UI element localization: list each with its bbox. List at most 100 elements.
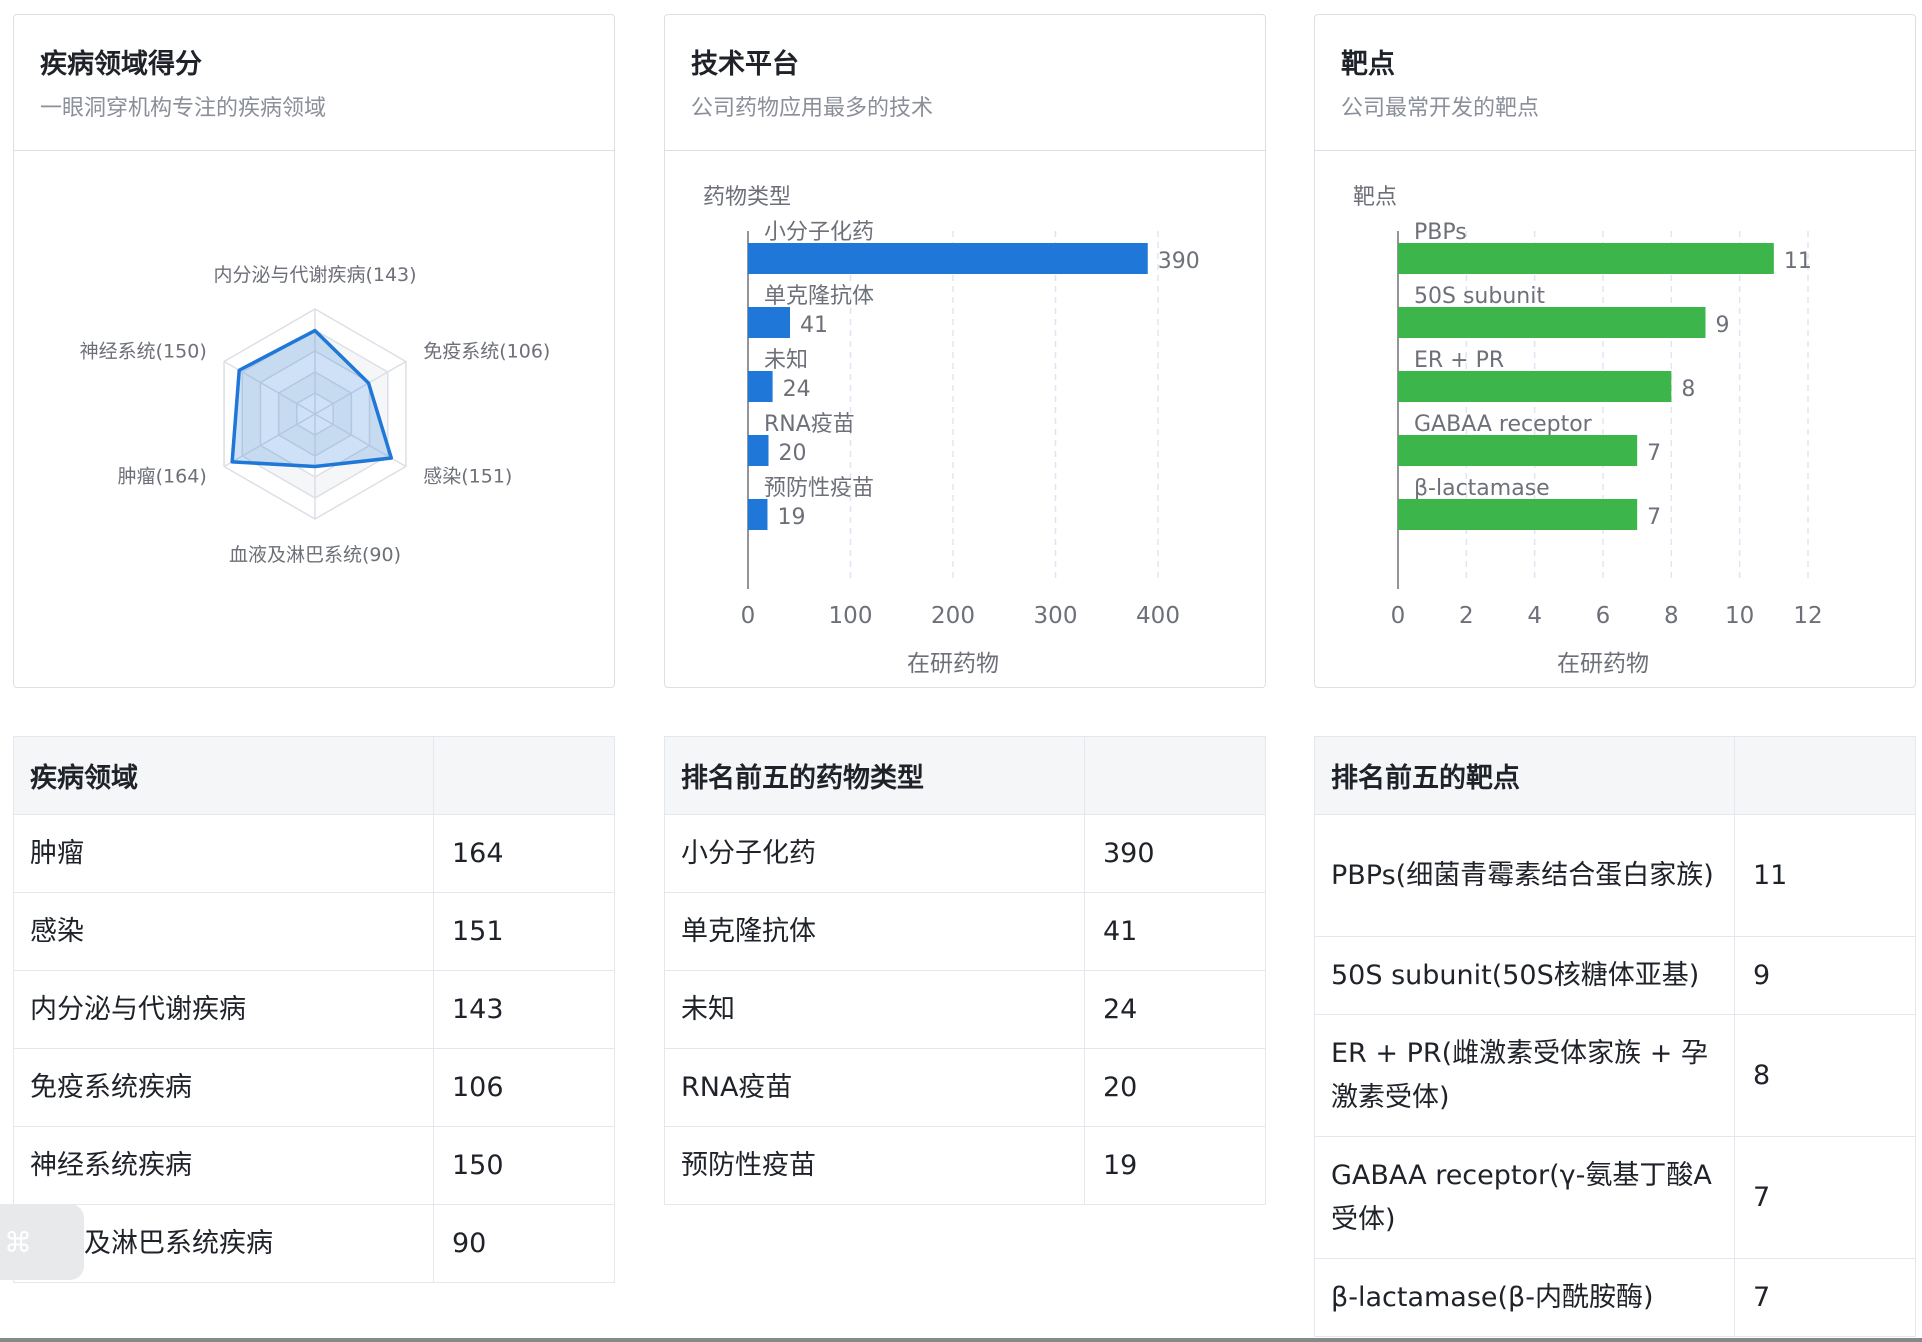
- bar: [748, 371, 773, 402]
- row-value: 7: [1734, 1258, 1916, 1337]
- table-row[interactable]: 内分泌与代谢疾病 143: [13, 970, 615, 1049]
- row-value: 143: [433, 970, 615, 1049]
- bar-value-label: 8: [1681, 377, 1695, 402]
- row-value: 151: [433, 892, 615, 971]
- row-name: β-lactamase(β-内酰胺酶): [1314, 1258, 1735, 1337]
- x-tick-label: 2: [1459, 603, 1474, 629]
- table-row[interactable]: 未知 24: [664, 970, 1266, 1049]
- table-header-row: 疾病领域: [13, 736, 615, 815]
- bar-value-label: 19: [777, 505, 805, 530]
- bar: [1398, 371, 1672, 402]
- row-value: 9: [1734, 936, 1916, 1015]
- table-row[interactable]: PBPs(细菌青霉素结合蛋白家族) 11: [1314, 814, 1916, 937]
- row-value: 164: [433, 814, 615, 893]
- bar-category-label: ER + PR: [1414, 348, 1504, 373]
- disease-area-card: 疾病领域得分 一眼洞穿机构专注的疾病领域 内分泌与代谢疾病(143) 免疫系统(1…: [13, 14, 615, 688]
- table-row[interactable]: ER + PR(雌激素受体家族 + 孕激素受体) 8: [1314, 1014, 1916, 1137]
- card-header: 靶点 公司最常开发的靶点: [1315, 15, 1915, 151]
- floating-shortcut-button[interactable]: ⌘: [0, 1204, 84, 1280]
- table-row[interactable]: 神经系统疾病 150: [13, 1126, 615, 1205]
- row-value: 19: [1084, 1126, 1266, 1205]
- x-tick-label: 0: [741, 603, 756, 629]
- table-row[interactable]: 50S subunit(50S核糖体亚基) 9: [1314, 936, 1916, 1015]
- table-header-empty: [433, 736, 615, 815]
- table-row[interactable]: 感染 151: [13, 892, 615, 971]
- x-tick-label: 4: [1527, 603, 1542, 629]
- row-name: ER + PR(雌激素受体家族 + 孕激素受体): [1314, 1014, 1735, 1137]
- bar-value-label: 390: [1158, 249, 1200, 274]
- card-subtitle: 公司最常开发的靶点: [1341, 96, 1540, 121]
- bar: [1398, 307, 1706, 338]
- row-name: 感染: [13, 892, 434, 971]
- radar-indicator-label: 血液及淋巴系统(90): [229, 544, 401, 566]
- table-row[interactable]: 小分子化药 390: [664, 814, 1266, 893]
- row-name: GABAA receptor(γ-氨基丁酸A受体): [1314, 1136, 1735, 1259]
- bar-category-label: PBPs: [1414, 220, 1467, 245]
- table-row[interactable]: 单克隆抗体 41: [664, 892, 1266, 971]
- card-title: 靶点: [1341, 49, 1395, 80]
- x-tick-label: 0: [1391, 603, 1406, 629]
- bar-value-label: 24: [783, 377, 811, 402]
- card-title: 技术平台: [691, 49, 799, 80]
- row-name: 小分子化药: [664, 814, 1085, 893]
- table-row[interactable]: β-lactamase(β-内酰胺酶) 7: [1314, 1258, 1916, 1337]
- table-row[interactable]: 肿瘤 164: [13, 814, 615, 893]
- row-name: 内分泌与代谢疾病: [13, 970, 434, 1049]
- table-header-row: 排名前五的药物类型: [664, 736, 1266, 815]
- disease-area-table: 疾病领域 肿瘤 164 感染 151 内分泌与代谢疾病 143 免疫系统疾病 106 神…: [13, 736, 615, 1283]
- row-name: RNA疫苗: [664, 1048, 1085, 1127]
- table-header-row: 排名前五的靶点: [1314, 736, 1916, 815]
- bar-value-label: 20: [779, 441, 807, 466]
- card-header: 技术平台 公司药物应用最多的技术: [665, 15, 1265, 151]
- table-header: 排名前五的靶点: [1314, 736, 1735, 815]
- row-name: 50S subunit(50S核糖体亚基): [1314, 936, 1735, 1015]
- radar-indicator-label: 感染(151): [423, 466, 512, 488]
- table-header: 疾病领域: [13, 736, 434, 815]
- row-name: 预防性疫苗: [664, 1126, 1085, 1205]
- row-name: 肿瘤: [13, 814, 434, 893]
- bar: [1398, 243, 1774, 274]
- radar-chart[interactable]: 内分泌与代谢疾病(143) 免疫系统(106) 感染(151) 血液及淋巴系统(90)…: [14, 151, 614, 687]
- bar-category-label: 50S subunit: [1414, 284, 1545, 309]
- bar: [748, 499, 768, 530]
- drug-type-bar-chart[interactable]: 药物类型 0 100 200 300 400 在研药物 小分子化药 390 单克隆抗体 41 未知 24…: [665, 151, 1265, 687]
- tech-platform-card: 技术平台 公司药物应用最多的技术 药物类型 0 100 200 300 400 在研药物 小分…: [664, 14, 1266, 688]
- x-tick-label: 10: [1725, 603, 1754, 629]
- target-bar-chart[interactable]: 靶点 0 2 4 6 8 10 12 在研药物 PBPs 11 50S subunit 9 ER + PR…: [1315, 151, 1915, 687]
- bar-category-label: 小分子化药: [764, 220, 874, 245]
- x-tick-label: 6: [1596, 603, 1611, 629]
- row-value: 7: [1734, 1136, 1916, 1259]
- drug-type-chart-area: 药物类型 0 100 200 300 400 在研药物 小分子化药 390 单克隆抗体 41 未知 24…: [665, 151, 1265, 687]
- radar-chart-area: 内分泌与代谢疾病(143) 免疫系统(106) 感染(151) 血液及淋巴系统(90)…: [14, 151, 614, 687]
- bar: [748, 435, 769, 466]
- row-name: 神经系统疾病: [13, 1126, 434, 1205]
- bar-value-label: 41: [800, 313, 828, 338]
- table-row[interactable]: GABAA receptor(γ-氨基丁酸A受体) 7: [1314, 1136, 1916, 1259]
- row-value: 106: [433, 1048, 615, 1127]
- row-name: PBPs(细菌青霉素结合蛋白家族): [1314, 814, 1735, 937]
- row-name: 单克隆抗体: [664, 892, 1085, 971]
- row-value: 390: [1084, 814, 1266, 893]
- table-row[interactable]: 免疫系统疾病 106: [13, 1048, 615, 1127]
- drug-type-table: 排名前五的药物类型 小分子化药 390 单克隆抗体 41 未知 24 RNA疫苗 20 …: [664, 736, 1266, 1205]
- y-axis-title: 靶点: [1353, 185, 1397, 210]
- target-card: 靶点 公司最常开发的靶点 靶点 0 2 4 6 8 10 12 在研药物 PBPs 11 50S su…: [1314, 14, 1916, 688]
- target-table: 排名前五的靶点 PBPs(细菌青霉素结合蛋白家族) 11 50S subunit(…: [1314, 736, 1916, 1337]
- row-value: 41: [1084, 892, 1266, 971]
- bar-value-label: 7: [1647, 441, 1661, 466]
- command-icon: ⌘: [4, 1225, 32, 1259]
- table-row[interactable]: 血液及淋巴系统疾病 90: [13, 1204, 615, 1283]
- x-tick-label: 300: [1034, 603, 1078, 629]
- row-value: 11: [1734, 814, 1916, 937]
- bar: [1398, 499, 1638, 530]
- card-subtitle: 一眼洞穿机构专注的疾病领域: [40, 96, 327, 121]
- table-header-empty: [1084, 736, 1266, 815]
- row-value: 24: [1084, 970, 1266, 1049]
- x-tick-label: 100: [829, 603, 873, 629]
- table-row[interactable]: 预防性疫苗 19: [664, 1126, 1266, 1205]
- table-row[interactable]: RNA疫苗 20: [664, 1048, 1266, 1127]
- bar-category-label: RNA疫苗: [764, 412, 855, 437]
- target-chart-area: 靶点 0 2 4 6 8 10 12 在研药物 PBPs 11 50S subunit 9 ER + PR…: [1315, 151, 1915, 687]
- table-header: 排名前五的药物类型: [664, 736, 1085, 815]
- bar-value-label: 9: [1716, 313, 1730, 338]
